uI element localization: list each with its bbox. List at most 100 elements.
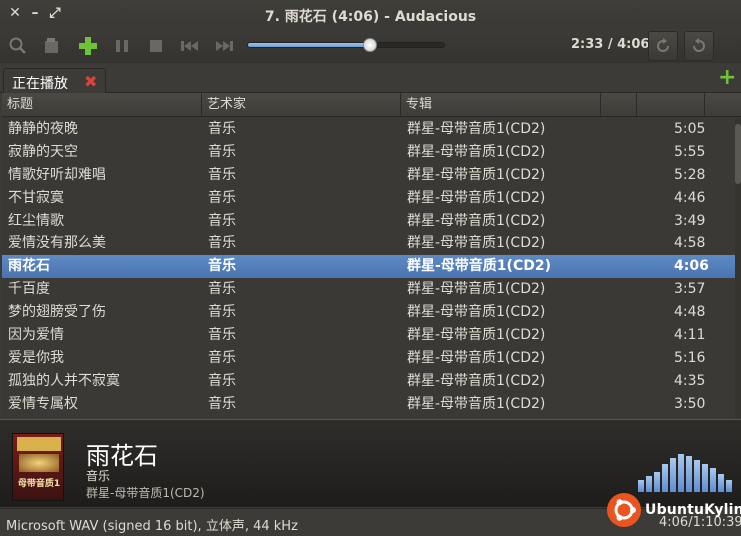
pause-icon[interactable] (110, 34, 134, 58)
track-artist: 音乐 (208, 395, 236, 412)
track-album: 群星-母带音质1(CD2) (407, 304, 546, 321)
track-length: 5:28 (674, 166, 706, 183)
now-playing-album: 群星-母带音质1(CD2) (86, 486, 205, 500)
format-info: Microsoft WAV (signed 16 bit), 立体声, 44 k… (6, 519, 298, 534)
track-title: 雨花石 (8, 258, 50, 275)
column-extra[interactable] (601, 93, 637, 117)
column-artist[interactable]: 艺术家 (202, 93, 401, 117)
stop-icon[interactable] (144, 34, 168, 58)
track-artist: 音乐 (208, 235, 236, 252)
next-icon[interactable] (212, 34, 236, 58)
track-title: 情歌好听却难唱 (8, 166, 106, 183)
visualizer-bar (654, 472, 660, 492)
track-album: 群星-母带音质1(CD2) (407, 166, 546, 183)
search-icon[interactable] (6, 34, 30, 58)
visualizer-bar (646, 476, 652, 492)
playlist: 标题 艺术家 专辑 静静的夜晚 音乐 群星-母带音质1(CD2) 5:05 寂静的天空音… (2, 93, 741, 418)
track-row[interactable]: 爱情没有那么美 音乐 群星-母带音质1(CD2) 4:58 (2, 232, 741, 255)
track-album: 群星-母带音质1(CD2) (407, 258, 551, 275)
track-artist: 音乐 (208, 349, 236, 366)
previous-icon[interactable] (178, 34, 202, 58)
column-header: 标题 艺术家 专辑 (2, 93, 741, 117)
column-title[interactable]: 标题 (2, 93, 202, 117)
track-length: 4:06 (674, 258, 709, 275)
toolbar: 2:33 / 4:06 (0, 29, 741, 63)
ubuntu-logo-icon (607, 493, 641, 527)
visualizer-bar (710, 468, 716, 492)
open-files-icon[interactable] (40, 34, 64, 58)
scrollbar-thumb[interactable] (735, 124, 741, 184)
album-art: 母带音质1 (12, 433, 64, 501)
track-title: 千百度 (8, 281, 50, 298)
track-album: 群星-母带音质1(CD2) (407, 372, 546, 389)
track-album: 群星-母带音质1(CD2) (407, 349, 546, 366)
track-length: 5:55 (674, 143, 706, 160)
repeat-button[interactable] (648, 31, 678, 61)
track-row[interactable]: 静静的夜晚 音乐 群星-母带音质1(CD2) 5:05 (2, 118, 741, 141)
track-artist: 音乐 (208, 258, 236, 275)
track-length: 4:35 (674, 372, 706, 389)
track-row[interactable]: 寂静的天空 音乐 群星-母带音质1(CD2) 5:55 (2, 141, 741, 164)
track-title: 寂静的天空 (8, 143, 78, 160)
track-title: 孤独的人并不寂寞 (8, 372, 120, 389)
track-row[interactable]: 不甘寂寞 音乐 群星-母带音质1(CD2) 4:46 (2, 187, 741, 210)
track-title: 因为爱情 (8, 327, 64, 344)
track-length: 4:11 (674, 327, 706, 344)
track-artist: 音乐 (208, 327, 236, 344)
track-length: 3:50 (674, 395, 706, 412)
track-title: 爱情专属权 (8, 395, 78, 412)
track-album: 群星-母带音质1(CD2) (407, 235, 546, 252)
close-tab-icon[interactable]: ✖ (84, 72, 97, 91)
now-playing-title: 雨花石 (86, 442, 158, 470)
tab-now-playing[interactable]: 正在播放 ✖ (3, 68, 106, 94)
scrollbar[interactable] (735, 118, 741, 418)
window-title: 7. 雨花石 (4:06) - Audacious (264, 9, 477, 25)
track-length: 4:58 (674, 235, 706, 252)
track-row[interactable]: 孤独的人并不寂寞 音乐 群星-母带音质1(CD2) 4:35 (2, 370, 741, 393)
track-length: 4:48 (674, 304, 706, 321)
visualizer-bar (678, 454, 684, 492)
track-row[interactable]: 爱是你我 音乐 群星-母带音质1(CD2) 5:16 (2, 347, 741, 370)
title-bar: ✕ – ⤢ 7. 雨花石 (4:06) - Audacious (0, 0, 741, 29)
album-art-text: 母带音质1 (17, 479, 61, 489)
track-row[interactable]: 红尘情歌 音乐 群星-母带音质1(CD2) 3:49 (2, 210, 741, 233)
seek-handle[interactable] (362, 38, 377, 52)
track-album: 群星-母带音质1(CD2) (407, 212, 546, 229)
seek-progress (248, 43, 370, 47)
track-artist: 音乐 (208, 212, 236, 229)
track-row[interactable]: 情歌好听却难唱 音乐 群星-母带音质1(CD2) 5:28 (2, 164, 741, 187)
track-row[interactable]: 因为爱情 音乐 群星-母带音质1(CD2) 4:11 (2, 324, 741, 347)
visualizer-bar (662, 464, 668, 492)
shuffle-button[interactable] (684, 31, 714, 61)
logo-text: UbuntuKylin (645, 502, 741, 518)
track-row[interactable]: 千百度 音乐 群星-母带音质1(CD2) 3:57 (2, 278, 741, 301)
track-list: 静静的夜晚 音乐 群星-母带音质1(CD2) 5:05 寂静的天空 音乐 群星-母带音质1(… (2, 118, 741, 416)
track-row[interactable]: 梦的翅膀受了伤 音乐 群星-母带音质1(CD2) 4:48 (2, 301, 741, 324)
track-artist: 音乐 (208, 189, 236, 206)
time-display: 2:33 / 4:06 (571, 37, 650, 52)
track-artist: 音乐 (208, 304, 236, 321)
track-album: 群星-母带音质1(CD2) (407, 395, 546, 412)
track-artist: 音乐 (208, 121, 236, 137)
album-art-banner (17, 437, 61, 451)
track-row[interactable]: 爱情专属权 音乐 群星-母带音质1(CD2) 3:50 (2, 393, 741, 416)
track-row-current[interactable]: 雨花石 音乐 群星-母带音质1(CD2) 4:06 (2, 255, 741, 279)
playlist-tabs: 正在播放 ✖ + (0, 63, 741, 94)
seek-slider[interactable] (247, 38, 445, 52)
ubuntukylin-logo: UbuntuKylin (605, 491, 741, 529)
track-title: 爱是你我 (8, 349, 64, 366)
track-title: 不甘寂寞 (8, 189, 64, 206)
track-artist: 音乐 (208, 166, 236, 183)
add-files-icon[interactable] (76, 34, 100, 58)
visualizer-bar (702, 464, 708, 492)
add-playlist-icon[interactable]: + (718, 67, 736, 89)
track-album: 群星-母带音质1(CD2) (407, 143, 546, 160)
track-title: 爱情没有那么美 (8, 235, 106, 252)
column-length[interactable] (637, 93, 705, 117)
track-length: 5:16 (674, 349, 706, 366)
track-album: 群星-母带音质1(CD2) (407, 189, 546, 206)
column-album[interactable]: 专辑 (401, 93, 601, 117)
tab-label: 正在播放 (12, 76, 68, 92)
now-playing-artist: 音乐 (86, 469, 111, 483)
track-album: 群星-母带音质1(CD2) (407, 281, 546, 298)
